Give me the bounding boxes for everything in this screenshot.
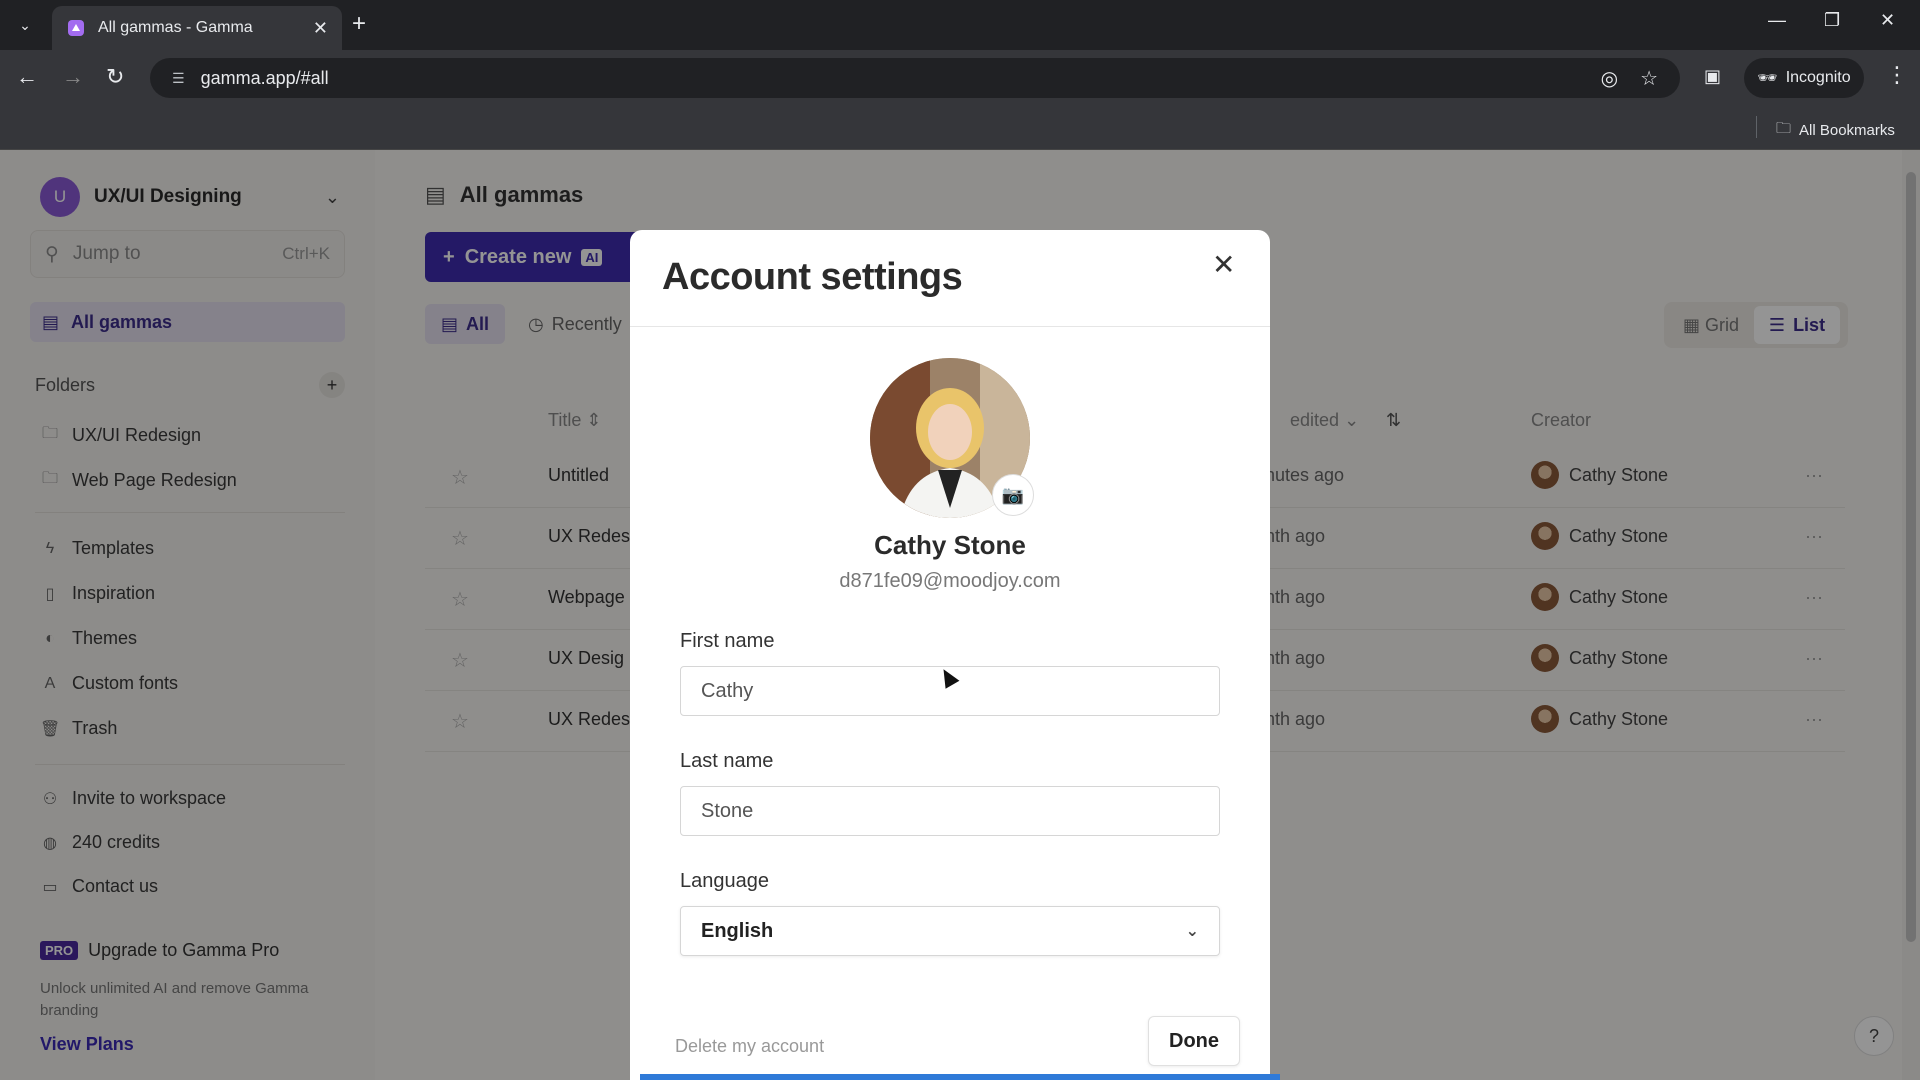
bookmark-star-icon[interactable]: ☆ [1640, 66, 1658, 91]
gamma-favicon-icon [68, 20, 84, 36]
tab-title: All gammas - Gamma [98, 19, 253, 36]
forward-icon[interactable]: → [62, 64, 84, 90]
restore-icon[interactable]: ❐ [1824, 10, 1840, 31]
tab-search-chevron-icon[interactable]: ⌄ [8, 12, 42, 38]
language-value: English [701, 919, 774, 942]
tab-close-icon[interactable]: ✕ [313, 18, 328, 39]
first-name-label: First name [680, 630, 775, 652]
account-settings-modal: Account settings ✕ 📷 Cathy Stone d871fe0… [630, 230, 1280, 1080]
minimize-icon[interactable]: — [1768, 10, 1786, 31]
done-button[interactable]: Done [1148, 1016, 1240, 1066]
camera-icon[interactable]: 📷 [992, 474, 1034, 516]
new-tab-button[interactable]: + [352, 12, 366, 36]
browser-menu-icon[interactable]: ⋮ [1886, 62, 1908, 88]
reload-icon[interactable]: ↻ [106, 64, 124, 90]
address-bar-row: ← → ↻ ☰ gamma.app/#all ◎ ☆ ▣ 🕶 Incognito… [0, 50, 1920, 106]
all-bookmarks-button[interactable]: 🗀 All Bookmarks [1776, 118, 1895, 143]
bookmarks-bar: 🗀 All Bookmarks [0, 106, 1920, 150]
modal-bottom-bar [640, 1074, 1280, 1080]
profile-email: d871fe09@moodjoy.com [839, 570, 1061, 592]
close-icon[interactable]: ✕ [1212, 248, 1235, 281]
side-panel-icon[interactable]: ▣ [1704, 66, 1721, 87]
incognito-indicator[interactable]: 🕶 Incognito [1744, 58, 1864, 98]
all-bookmarks-label: All Bookmarks [1799, 122, 1895, 139]
incognito-label: Incognito [1785, 69, 1851, 86]
delete-account-button[interactable]: Delete my account [675, 1036, 824, 1057]
last-name-field[interactable] [680, 786, 1220, 836]
url-text: gamma.app/#all [200, 67, 329, 88]
modal-title: Account settings [662, 256, 963, 298]
omnibox[interactable]: ☰ gamma.app/#all ◎ ☆ [150, 58, 1680, 98]
window-close-icon[interactable]: ✕ [1880, 10, 1895, 31]
last-name-label: Last name [680, 750, 774, 772]
language-select[interactable]: English ⌄ [680, 906, 1220, 956]
profile-name: Cathy Stone [874, 530, 1026, 560]
bookmarks-divider [1756, 116, 1757, 138]
site-info-icon[interactable]: ☰ [172, 70, 185, 87]
folder-icon: 🗀 [1776, 120, 1792, 137]
browser-tabbar: ⌄ All gammas - Gamma ✕ + — ❐ ✕ [0, 0, 1920, 50]
language-label: Language [680, 870, 769, 892]
chevron-down-icon: ⌄ [1185, 923, 1199, 940]
eye-off-icon[interactable]: ◎ [1601, 66, 1618, 91]
incognito-icon: 🕶 [1757, 70, 1778, 87]
browser-tab[interactable]: All gammas - Gamma ✕ [52, 6, 342, 50]
modal-divider [630, 326, 1270, 327]
back-icon[interactable]: ← [16, 64, 38, 90]
